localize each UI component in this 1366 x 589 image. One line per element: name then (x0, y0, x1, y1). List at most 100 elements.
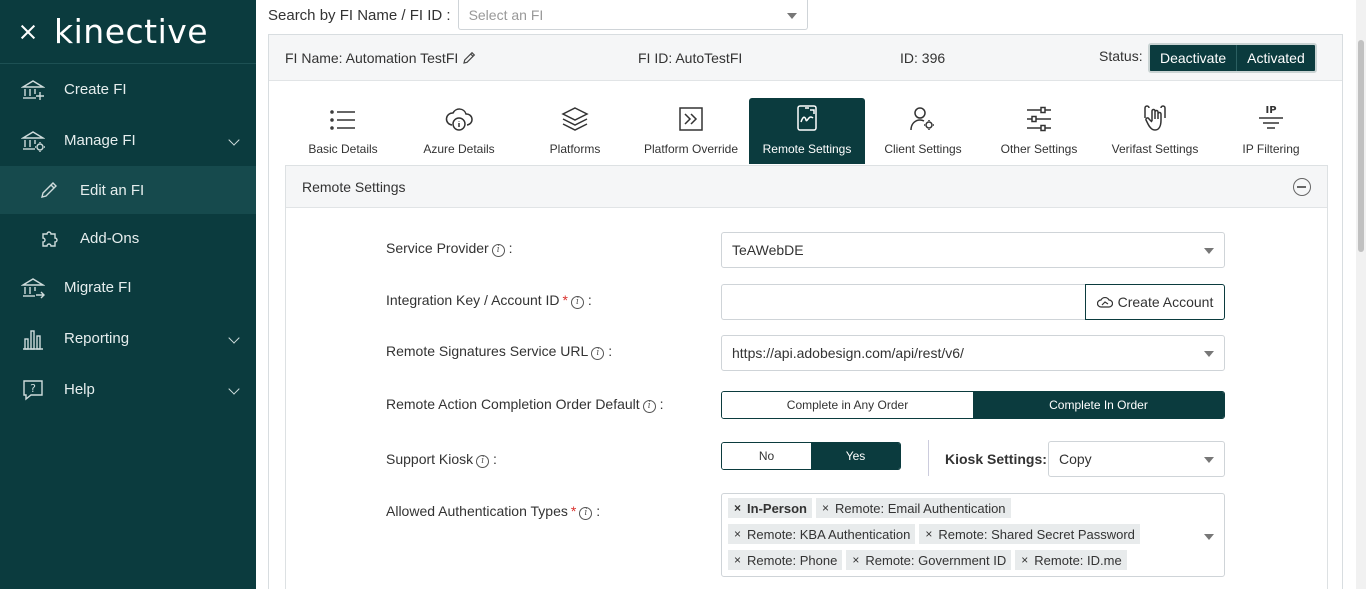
auth-types-multiselect[interactable]: × In-Person × Remote: Email Authentication … (721, 493, 1225, 577)
page-scrollbar[interactable] (1356, 0, 1366, 589)
tab-azure-details[interactable]: Azure Details (401, 98, 517, 164)
tab-label: Platform Override (643, 142, 739, 156)
sidebar-item-label: Add-Ons (80, 229, 140, 247)
completion-order-toggle[interactable]: Complete in Any Order Complete In Order (721, 391, 1225, 419)
main-content: Search by FI Name / FI ID : Select an FI… (256, 0, 1356, 589)
collapse-icon[interactable] (1293, 178, 1311, 196)
fi-search-select[interactable]: Select an FI (457, 0, 808, 30)
tab-platforms[interactable]: Platforms (517, 98, 633, 164)
sidebar-item-manage-fi[interactable]: Manage FI (0, 115, 256, 166)
auth-tag: × Remote: Government ID (846, 550, 1012, 570)
fi-id: FI ID: AutoTestFI (638, 50, 743, 66)
sidebar-item-edit-fi[interactable]: Edit an FI (0, 166, 256, 214)
row-auth-types: Allowed Authentication Types * i : × In-Per… (386, 493, 1226, 577)
remote-url-label: Remote Signatures Service URL i : (386, 343, 613, 360)
chevron-down-icon (228, 331, 240, 344)
remove-tag-icon[interactable]: × (728, 553, 747, 567)
remove-tag-icon[interactable]: × (1015, 553, 1034, 567)
sidebar-item-help[interactable]: ? Help (0, 364, 256, 415)
info-icon[interactable]: i (642, 400, 656, 413)
caret-down-icon (1204, 351, 1214, 357)
brand-bar: kinective (0, 0, 256, 64)
chevron-down-icon (228, 133, 240, 146)
sidebar-item-label: Migrate FI (64, 279, 132, 296)
search-row: Search by FI Name / FI ID : Select an FI (268, 0, 808, 30)
record-id: ID: 396 (900, 50, 946, 66)
sidebar-item-label: Manage FI (64, 132, 136, 149)
sidebar-item-reporting[interactable]: Reporting (0, 313, 256, 364)
status-toggle[interactable]: Deactivate Activated (1148, 43, 1317, 73)
sidebar-item-add-ons[interactable]: Add-Ons (0, 214, 256, 262)
kiosk-settings-value: Copy (1059, 451, 1092, 467)
sidebar: kinective Create FI Manage FI Edit an FI… (0, 0, 256, 589)
completion-order-label: Remote Action Completion Order Default i … (386, 396, 664, 413)
kiosk-yes-option[interactable]: Yes (811, 443, 900, 469)
section-title: Remote Settings (302, 178, 406, 195)
tab-client-settings[interactable]: Client Settings (865, 98, 981, 164)
hand-touch-icon (1097, 98, 1213, 134)
pencil-icon (38, 179, 60, 201)
auth-tag: × Remote: KBA Authentication (728, 524, 916, 544)
edit-pencil-icon[interactable] (462, 51, 476, 65)
activated-button[interactable]: Activated (1237, 45, 1315, 71)
tab-verifast-settings[interactable]: Verifast Settings (1097, 98, 1213, 164)
remote-url-select[interactable]: https://api.adobesign.com/api/rest/v6/ (721, 335, 1225, 371)
sidebar-item-migrate-fi[interactable]: Migrate FI (0, 262, 256, 313)
divider (928, 440, 929, 476)
tab-label: Client Settings (884, 142, 962, 156)
cloud-sign-icon (1096, 296, 1113, 308)
support-kiosk-label: Support Kiosk i : (386, 451, 497, 468)
info-icon[interactable]: i (476, 455, 490, 468)
tab-remote-settings[interactable]: Remote Settings (749, 98, 865, 164)
bank-gear-icon (20, 128, 46, 154)
close-icon[interactable] (20, 24, 36, 40)
tab-label: Remote Settings (762, 142, 852, 156)
tab-label: IP Filtering (1242, 142, 1300, 156)
layers-icon (517, 98, 633, 134)
user-gear-icon (865, 98, 981, 134)
info-icon[interactable]: i (591, 347, 605, 360)
remove-tag-icon[interactable]: × (919, 527, 938, 541)
in-order-option[interactable]: Complete In Order (973, 392, 1224, 418)
auth-tag: × Remote: Phone (728, 550, 843, 570)
info-icon[interactable]: i (579, 507, 593, 520)
svg-text:?: ? (30, 382, 36, 395)
remove-tag-icon[interactable]: × (728, 527, 747, 541)
puzzle-icon (38, 227, 60, 249)
any-order-option[interactable]: Complete in Any Order (722, 392, 973, 418)
info-icon[interactable]: i (491, 244, 505, 257)
deactivate-button[interactable]: Deactivate (1150, 45, 1238, 71)
kiosk-settings-label: Kiosk Settings: (945, 451, 1047, 467)
scrollbar-thumb[interactable] (1358, 40, 1364, 252)
ip-filter-icon: IP (1213, 98, 1329, 134)
remote-settings-section: Remote Settings Service Provider i : TeAW… (285, 165, 1328, 589)
tab-ip-filtering[interactable]: IP IP Filtering (1213, 98, 1329, 164)
bank-arrow-icon (20, 275, 46, 301)
remove-tag-icon[interactable]: × (846, 553, 865, 567)
tab-label: Basic Details (308, 142, 378, 156)
sidebar-item-label: Help (64, 381, 95, 398)
tab-platform-override[interactable]: Platform Override (633, 98, 749, 164)
create-account-button[interactable]: Create Account (1085, 284, 1225, 320)
service-provider-select[interactable]: TeAWebDE (721, 232, 1225, 268)
remove-tag-icon[interactable]: × (816, 501, 835, 515)
service-provider-value: TeAWebDE (732, 242, 804, 258)
logo: kinective (54, 12, 209, 51)
required-marker: * (570, 503, 577, 519)
caret-down-icon (1204, 248, 1214, 254)
kiosk-no-option[interactable]: No (722, 443, 811, 469)
search-label: Search by FI Name / FI ID : (268, 6, 451, 24)
support-kiosk-toggle[interactable]: No Yes (721, 442, 901, 470)
remove-tag-icon[interactable]: × (728, 501, 747, 515)
tab-other-settings[interactable]: Other Settings (981, 98, 1097, 164)
integration-key-input[interactable] (721, 284, 1085, 320)
sidebar-item-create-fi[interactable]: Create FI (0, 64, 256, 115)
auth-types-label: Allowed Authentication Types * i : (386, 503, 601, 520)
kiosk-settings-select[interactable]: Copy (1048, 441, 1225, 477)
sliders-icon (981, 98, 1097, 134)
section-header: Remote Settings (286, 166, 1327, 208)
override-arrow-icon (633, 98, 749, 134)
tab-basic-details[interactable]: Basic Details (285, 98, 401, 164)
info-icon[interactable]: i (571, 296, 584, 309)
bank-plus-icon (20, 77, 46, 103)
